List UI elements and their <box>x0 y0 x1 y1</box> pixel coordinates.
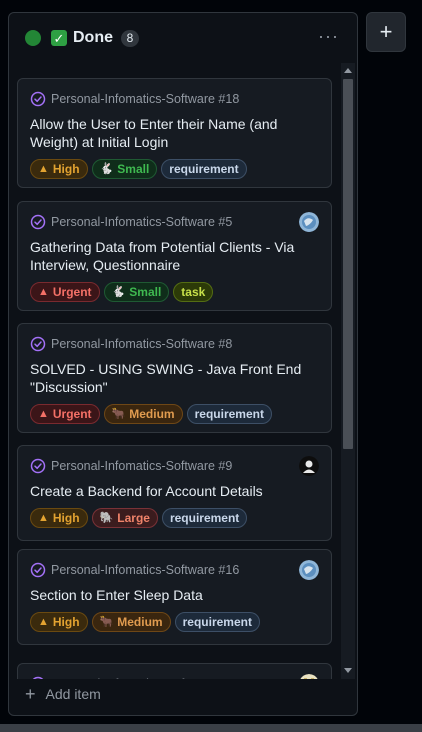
label-requirement[interactable]: requirement <box>186 404 272 424</box>
assignee-avatar[interactable] <box>299 674 319 679</box>
check-mark-icon: ✓ <box>51 30 67 46</box>
medium-glyph-icon: 🐂 <box>111 407 126 420</box>
label-requirement[interactable]: requirement <box>174 612 260 632</box>
issue-card[interactable]: Personal-Infomatics-Software #16 Section … <box>17 549 332 645</box>
issue-title[interactable]: Allow the User to Enter their Name (and … <box>30 115 317 151</box>
label-text: requirement <box>182 615 252 629</box>
scroll-up-arrow-icon[interactable] <box>344 68 352 73</box>
label-text: Small <box>129 285 162 299</box>
card-list: Personal-Infomatics-Software #18 Allow th… <box>9 65 357 679</box>
item-count-badge: 8 <box>121 29 139 47</box>
add-column-button[interactable]: + <box>366 12 406 52</box>
issue-reference[interactable]: Personal-Infomatics-Software #18 <box>30 91 239 107</box>
issue-title[interactable]: Create a Backend for Account Details <box>30 482 317 500</box>
issue-reference-text: Personal-Infomatics-Software #5 <box>51 215 233 229</box>
label-text: Large <box>117 511 150 525</box>
issue-reference[interactable]: Personal-Infomatics-Software #36 <box>30 676 239 679</box>
issue-reference-text: Personal-Infomatics-Software #16 <box>51 563 240 577</box>
issue-closed-icon <box>30 676 46 679</box>
issue-reference[interactable]: Personal-Infomatics-Software #16 <box>30 562 239 578</box>
small-glyph-icon: 🐇 <box>111 285 126 298</box>
issue-closed-icon <box>30 336 46 352</box>
issue-title[interactable]: SOLVED - USING SWING - Java Front End "D… <box>30 360 317 396</box>
label-requirement[interactable]: requirement <box>161 159 247 179</box>
label-text: High <box>52 615 80 629</box>
column-menu-button[interactable]: ··· <box>318 27 339 45</box>
small-glyph-icon: 🐇 <box>99 162 114 175</box>
issue-card[interactable]: Personal-Infomatics-Software #36 <box>17 663 332 679</box>
high-glyph-icon: ▲ <box>38 162 49 175</box>
label-text: requirement <box>169 162 239 176</box>
label-text: Medium <box>129 407 175 421</box>
label-text: High <box>52 511 80 525</box>
issue-card[interactable]: Personal-Infomatics-Software #9 Create a … <box>17 445 332 541</box>
label-list: ▲ Urgent 🐇 Small task <box>30 282 214 302</box>
issue-card[interactable]: Personal-Infomatics-Software #18 Allow th… <box>17 78 332 188</box>
label-text: Urgent <box>52 407 92 421</box>
urgent-glyph-icon: ▲ <box>38 285 49 298</box>
label-text: task <box>181 285 206 299</box>
label-list: ▲ Urgent 🐂 Medium requirement <box>30 404 272 424</box>
label-text: High <box>52 162 80 176</box>
high-glyph-icon: ▲ <box>38 615 49 628</box>
label-text: requirement <box>194 407 264 421</box>
status-dot <box>25 30 41 46</box>
label-small[interactable]: 🐇 Small <box>91 159 158 179</box>
label-medium[interactable]: 🐂 Medium <box>103 404 183 424</box>
assignee-avatar[interactable] <box>299 456 319 476</box>
plus-icon: + <box>25 684 36 704</box>
issue-card[interactable]: Personal-Infomatics-Software #5 Gathering… <box>17 201 332 311</box>
urgent-glyph-icon: ▲ <box>38 407 49 420</box>
issue-title[interactable]: Section to Enter Sleep Data <box>30 586 317 604</box>
add-item-label: Add item <box>45 686 101 702</box>
issue-closed-icon <box>30 562 46 578</box>
label-list: ▲ High 🐂 Medium requirement <box>30 612 260 632</box>
label-medium[interactable]: 🐂 Medium <box>91 612 171 632</box>
column-title: Done <box>73 29 113 46</box>
medium-glyph-icon: 🐂 <box>99 615 114 628</box>
label-urgent[interactable]: ▲ Urgent <box>30 282 100 302</box>
label-text: requirement <box>169 511 240 525</box>
issue-reference-text: Personal-Infomatics-Software #9 <box>51 459 233 473</box>
label-urgent[interactable]: ▲ Urgent <box>30 404 100 424</box>
issue-title[interactable]: Gathering Data from Potential Clients - … <box>30 238 317 274</box>
label-text: Small <box>117 162 150 176</box>
high-glyph-icon: ▲ <box>38 511 49 524</box>
column-header: ✓ Done 8 <box>9 13 357 63</box>
label-large[interactable]: 🐘 Large <box>91 508 158 528</box>
done-column: ✓ Done 8 ··· Personal-Infomatics-Softwar… <box>8 12 358 716</box>
label-text: Urgent <box>52 285 92 299</box>
issue-reference-text: Personal-Infomatics-Software #8 <box>51 337 233 351</box>
issue-reference[interactable]: Personal-Infomatics-Software #5 <box>30 214 232 230</box>
label-list: ▲ High 🐇 Small requirement <box>30 159 247 179</box>
issue-reference[interactable]: Personal-Infomatics-Software #9 <box>30 458 232 474</box>
label-small[interactable]: 🐇 Small <box>103 282 170 302</box>
label-high[interactable]: ▲ High <box>30 508 88 528</box>
issue-closed-icon <box>30 214 46 230</box>
large-glyph-icon: 🐘 <box>99 511 114 524</box>
label-task[interactable]: task <box>173 282 214 302</box>
issue-reference-text: Personal-Infomatics-Software #36 <box>51 677 239 679</box>
label-list: ▲ High 🐘 Large requirement <box>30 508 248 528</box>
issue-reference[interactable]: Personal-Infomatics-Software #8 <box>30 336 232 352</box>
scrollbar[interactable] <box>341 63 355 679</box>
scroll-thumb[interactable] <box>343 79 353 449</box>
issue-card[interactable]: Personal-Infomatics-Software #8 SOLVED - … <box>17 323 332 433</box>
bottom-scrollbar[interactable] <box>0 724 422 732</box>
scroll-down-arrow-icon[interactable] <box>344 668 352 673</box>
label-text: Medium <box>117 615 163 629</box>
issue-closed-icon <box>30 91 46 107</box>
add-item-button[interactable]: + Add item <box>25 685 101 703</box>
label-high[interactable]: ▲ High <box>30 612 88 632</box>
issue-reference-text: Personal-Infomatics-Software #18 <box>51 92 240 106</box>
assignee-avatar[interactable] <box>299 212 319 232</box>
assignee-avatar[interactable] <box>299 560 319 580</box>
issue-closed-icon <box>30 458 46 474</box>
label-high[interactable]: ▲ High <box>30 159 88 179</box>
label-requirement[interactable]: requirement <box>161 508 248 528</box>
